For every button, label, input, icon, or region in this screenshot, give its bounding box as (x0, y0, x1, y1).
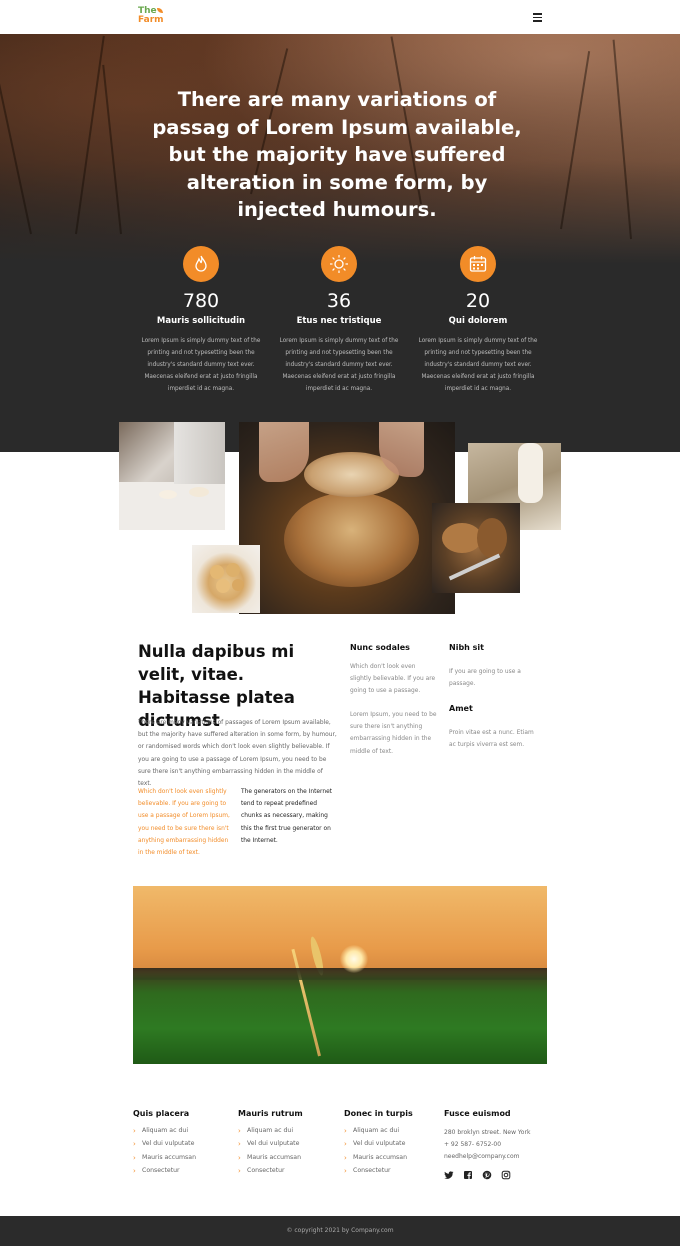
footer-link[interactable]: › Aliquam ac dui (133, 1127, 196, 1140)
bread-rolls-photo (192, 545, 260, 613)
footer-heading: Quis placera (133, 1109, 190, 1118)
site-header: The Farm (0, 0, 680, 34)
contact-email[interactable]: needhelp@company.com (444, 1151, 530, 1163)
highlight-text: Which don't look even slightly believabl… (138, 789, 230, 857)
chevron-right-icon: › (238, 1153, 241, 1162)
pinterest-icon[interactable] (482, 1170, 492, 1180)
stat-label: Etus nec tristique (296, 316, 382, 326)
stat-label: Qui dolorem (448, 316, 508, 326)
stat-number: 20 (465, 290, 491, 312)
stat-card: 780 Mauris sollicitudin Lorem Ipsum is s… (141, 246, 261, 395)
stat-label: Mauris sollicitudin (156, 316, 246, 326)
twitter-icon[interactable] (444, 1170, 454, 1180)
copyright-bar: © copyright 2021 by Company.com (0, 1216, 680, 1246)
footer-link[interactable]: › Consectetur (133, 1167, 196, 1180)
chevron-right-icon: › (344, 1153, 347, 1162)
chevron-right-icon: › (133, 1127, 136, 1135)
facebook-icon[interactable] (463, 1170, 473, 1180)
column-heading: Amet (449, 704, 473, 713)
footer-link[interactable]: › Vel dui vulputate (238, 1140, 301, 1153)
footer-heading: Donec in turpis (344, 1109, 413, 1118)
footer-link-list: › Aliquam ac dui › Vel dui vulputate › Maur… (133, 1127, 196, 1180)
column-text: Lorem Ipsum, you need to be sure there i… (350, 712, 437, 755)
copyright-text: © copyright 2021 by Company.com (286, 1227, 394, 1234)
column-heading: Nibh sit (449, 643, 484, 652)
footer-link[interactable]: › Mauris accumsan (133, 1154, 196, 1167)
footer-link[interactable]: › Aliquam ac dui (344, 1127, 407, 1140)
stat-card: 36 Etus nec tristique Lorem Ipsum is sim… (279, 246, 399, 395)
flame-icon (183, 246, 219, 282)
brand-line-2: Farm (138, 15, 164, 25)
stat-number: 36 (326, 290, 352, 312)
baker-kneading-photo (119, 422, 225, 530)
footer-heading: Fusce euismod (444, 1109, 511, 1118)
chevron-right-icon: › (238, 1166, 241, 1175)
column-text: Proin vitae est a nunc. Etiam ac turpis … (449, 730, 534, 749)
stat-description: Lorem Ipsum is simply dummy text of the … (279, 338, 399, 392)
footer-link-list: › Aliquam ac dui › Vel dui vulputate › Maur… (344, 1127, 407, 1180)
footer-link[interactable]: › Aliquam ac dui (238, 1127, 301, 1140)
stat-number: 780 (182, 290, 220, 312)
footer-heading: Mauris rutrum (238, 1109, 303, 1118)
calendar-icon (460, 246, 496, 282)
instagram-icon[interactable] (501, 1170, 511, 1180)
chevron-right-icon: › (133, 1153, 136, 1162)
stat-description: Lorem Ipsum is simply dummy text of the … (141, 338, 261, 392)
footer-link[interactable]: › Consectetur (344, 1167, 407, 1180)
footer-link[interactable]: › Vel dui vulputate (344, 1140, 407, 1153)
bread-slices-photo (432, 503, 520, 593)
sun-glow (340, 945, 368, 973)
footer-link[interactable]: › Vel dui vulputate (133, 1140, 196, 1153)
bread-loaf-photo (239, 422, 455, 614)
footer-link[interactable]: › Consectetur (238, 1167, 301, 1180)
chevron-right-icon: › (238, 1127, 241, 1135)
footer-link[interactable]: › Mauris accumsan (344, 1154, 407, 1167)
menu-icon[interactable] (533, 13, 542, 22)
generator-text: The generators on the Internet tend to r… (241, 789, 332, 844)
stat-description: Lorem Ipsum is simply dummy text of the … (418, 338, 538, 392)
contact-address: 280 broklyn street. New York (444, 1129, 531, 1136)
brand-logo[interactable]: The Farm (138, 7, 168, 25)
section-paragraph: There are many variations of passages of… (138, 720, 337, 788)
sun-icon (321, 246, 357, 282)
chevron-right-icon: › (344, 1166, 347, 1175)
contact-info: 280 broklyn street. New York + 92 587- 6… (444, 1127, 530, 1163)
stat-card: 20 Qui dolorem Lorem Ipsum is simply dum… (418, 246, 538, 395)
footer-link-list: › Aliquam ac dui › Vel dui vulputate › Maur… (238, 1127, 301, 1180)
column-text: If you are going to use a passage. (449, 669, 521, 688)
contact-phone[interactable]: + 92 587- 6752-00 (444, 1139, 530, 1151)
column-heading: Nunc sodales (350, 643, 410, 652)
chevron-right-icon: › (238, 1140, 241, 1149)
column-text: Which don't look even slightly believabl… (350, 664, 436, 695)
treeline (133, 968, 547, 980)
chevron-right-icon: › (133, 1166, 136, 1175)
chevron-right-icon: › (344, 1140, 347, 1149)
footer-link[interactable]: › Mauris accumsan (238, 1154, 301, 1167)
chevron-right-icon: › (344, 1127, 347, 1135)
chevron-right-icon: › (133, 1140, 136, 1149)
hero-title: There are many variations of passag of L… (152, 88, 522, 221)
hero-section: There are many variations of passag of L… (0, 34, 680, 452)
